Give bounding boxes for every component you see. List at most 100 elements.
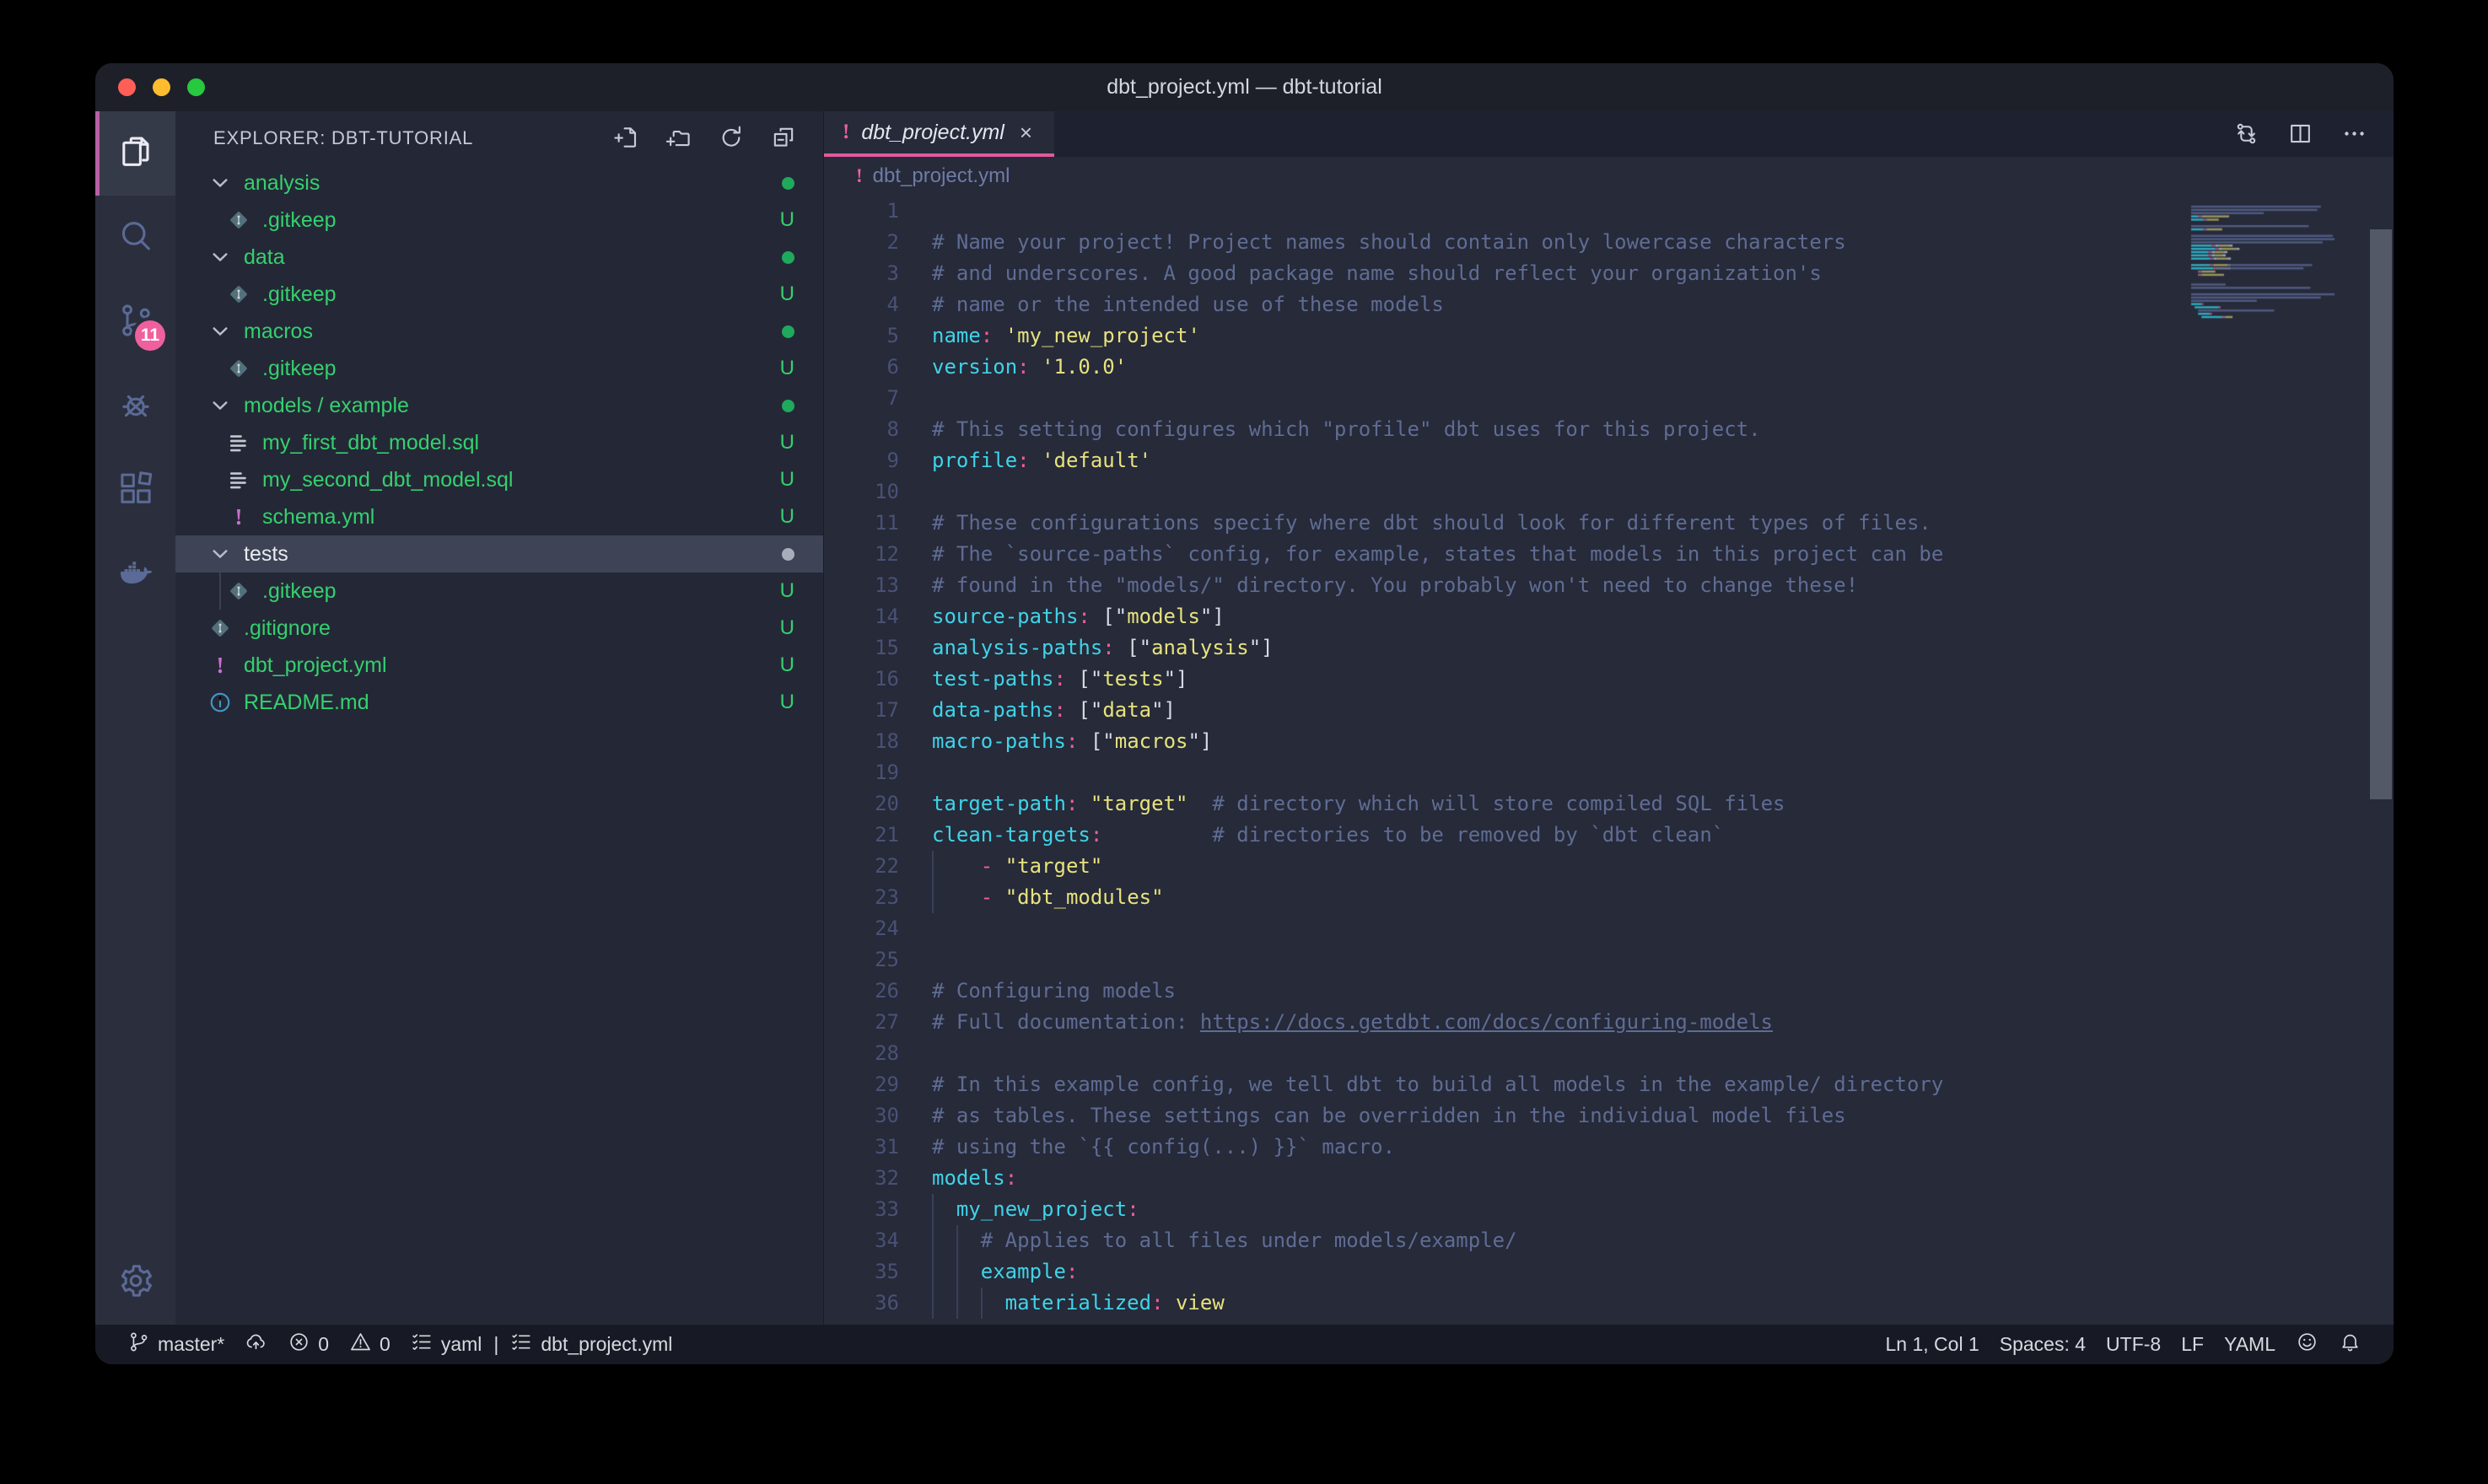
code-line[interactable]: 35example: bbox=[824, 1256, 2394, 1288]
code-line[interactable]: 18macro-paths: ["macros"] bbox=[824, 726, 2394, 757]
folder-analysis[interactable]: analysis bbox=[175, 164, 823, 202]
status-notifications[interactable] bbox=[2329, 1325, 2372, 1364]
new-file-button[interactable] bbox=[609, 121, 644, 156]
code-line[interactable]: 30# as tables. These settings can be ove… bbox=[824, 1100, 2394, 1132]
code-line[interactable]: 4# name or the intended use of these mod… bbox=[824, 289, 2394, 320]
file--gitignore[interactable]: .gitignoreU bbox=[175, 610, 823, 647]
code-line[interactable]: 34# Applies to all files under models/ex… bbox=[824, 1225, 2394, 1256]
folder-status-badge bbox=[782, 325, 794, 338]
code-line[interactable]: 15analysis-paths: ["analysis"] bbox=[824, 632, 2394, 664]
file-dbt-project-yml[interactable]: !dbt_project.ymlU bbox=[175, 647, 823, 684]
folder-macros[interactable]: macros bbox=[175, 313, 823, 350]
code-line[interactable]: 37 bbox=[824, 1319, 2394, 1325]
activity-manage[interactable] bbox=[95, 1240, 175, 1325]
code-line[interactable]: 13# found in the "models/" directory. Yo… bbox=[824, 570, 2394, 601]
folder-tests[interactable]: tests bbox=[175, 535, 823, 573]
status-indentation[interactable]: Spaces: 4 bbox=[1990, 1325, 2096, 1364]
activity-search[interactable] bbox=[95, 196, 175, 280]
new-folder-button[interactable] bbox=[661, 121, 697, 156]
code-line[interactable]: 16test-paths: ["tests"] bbox=[824, 664, 2394, 695]
activity-explorer[interactable] bbox=[95, 111, 175, 196]
code-line[interactable]: 33my_new_project: bbox=[824, 1194, 2394, 1225]
code-token: - bbox=[981, 885, 993, 909]
code-line[interactable]: 7 bbox=[824, 383, 2394, 414]
code-token: materialized bbox=[1005, 1291, 1151, 1315]
code-line[interactable]: 23- "dbt_modules" bbox=[824, 882, 2394, 913]
code-line[interactable]: 10 bbox=[824, 476, 2394, 508]
code-line[interactable]: 21clean-targets: # directories to be rem… bbox=[824, 820, 2394, 851]
code-line[interactable]: 17data-paths: ["data"] bbox=[824, 695, 2394, 726]
code-token: : bbox=[1005, 1166, 1017, 1190]
activity-extensions[interactable] bbox=[95, 449, 175, 533]
code-line[interactable]: 27# Full documentation: https://docs.get… bbox=[824, 1007, 2394, 1038]
code-line[interactable]: 11# These configurations specify where d… bbox=[824, 508, 2394, 539]
file--gitkeep[interactable]: .gitkeepU bbox=[175, 202, 823, 239]
folder-data[interactable]: data bbox=[175, 239, 823, 276]
code-line[interactable]: 25 bbox=[824, 944, 2394, 976]
code-token: # directories to be removed by `dbt clea… bbox=[1212, 823, 1724, 847]
code-line[interactable]: 12# The `source-paths` config, for examp… bbox=[824, 539, 2394, 570]
status-eol[interactable]: LF bbox=[2171, 1325, 2214, 1364]
file-my-first-dbt-model-sql[interactable]: my_first_dbt_model.sqlU bbox=[175, 424, 823, 461]
code-token: "] bbox=[1200, 605, 1225, 628]
file-my-second-dbt-model-sql[interactable]: my_second_dbt_model.sqlU bbox=[175, 461, 823, 498]
status-encoding-label: UTF-8 bbox=[2106, 1333, 2161, 1356]
file--gitkeep[interactable]: .gitkeepU bbox=[175, 350, 823, 387]
code-line[interactable]: 20target-path: "target" # directory whic… bbox=[824, 788, 2394, 820]
line-number: 7 bbox=[824, 383, 899, 414]
code-editor[interactable]: 12# Name your project! Project names sho… bbox=[824, 196, 2394, 1325]
code-line[interactable]: 22- "target" bbox=[824, 851, 2394, 882]
tab-dbt-project-yml[interactable]: ! dbt_project.yml × bbox=[824, 111, 1054, 157]
code-line[interactable]: 14source-paths: ["models"] bbox=[824, 601, 2394, 632]
code-line[interactable]: 5name: 'my_new_project' bbox=[824, 320, 2394, 352]
code-token: : bbox=[1078, 605, 1090, 628]
collapse-folders-button[interactable] bbox=[766, 121, 801, 156]
file-schema-yml[interactable]: !schema.ymlU bbox=[175, 498, 823, 535]
git-untracked-badge: U bbox=[780, 468, 794, 492]
open-changes-button[interactable] bbox=[2230, 118, 2262, 150]
code-line[interactable]: 9profile: 'default' bbox=[824, 445, 2394, 476]
code-line[interactable]: 28 bbox=[824, 1038, 2394, 1069]
status-linter-file[interactable]: dbt_project.yml bbox=[500, 1325, 682, 1364]
activity-source-control[interactable]: 11 bbox=[95, 280, 175, 364]
status-language-mode[interactable]: YAML bbox=[2214, 1325, 2286, 1364]
editor-scrollbar[interactable] bbox=[2370, 229, 2392, 799]
status-cursor-position[interactable]: Ln 1, Col 1 bbox=[1876, 1325, 1990, 1364]
code-line[interactable]: 2# Name your project! Project names shou… bbox=[824, 227, 2394, 258]
code-line[interactable]: 26# Configuring models bbox=[824, 976, 2394, 1007]
code-line[interactable]: 3# and underscores. A good package name … bbox=[824, 258, 2394, 289]
status-linter-yaml[interactable]: yaml bbox=[401, 1325, 493, 1364]
folder-models-example[interactable]: models / example bbox=[175, 387, 823, 424]
status-feedback[interactable] bbox=[2286, 1325, 2329, 1364]
activity-run-and-debug[interactable] bbox=[95, 364, 175, 449]
file-tree: analysis.gitkeepUdata.gitkeepUmacros.git… bbox=[175, 164, 823, 1325]
code-line[interactable]: 8# This setting configures which "profil… bbox=[824, 414, 2394, 445]
close-tab-icon[interactable]: × bbox=[1016, 120, 1036, 145]
activity-docker[interactable] bbox=[95, 533, 175, 617]
refresh-icon bbox=[718, 141, 745, 153]
status-encoding[interactable]: UTF-8 bbox=[2096, 1325, 2171, 1364]
file-readme-md[interactable]: README.mdU bbox=[175, 684, 823, 721]
status-errors[interactable]: 0 bbox=[277, 1325, 339, 1364]
minimap[interactable] bbox=[2189, 199, 2361, 342]
code-line[interactable]: 24 bbox=[824, 913, 2394, 944]
split-editor-button[interactable] bbox=[2284, 118, 2316, 150]
code-line[interactable]: 36materialized: view bbox=[824, 1288, 2394, 1319]
more-actions-button[interactable] bbox=[2338, 118, 2370, 150]
status-git-branch[interactable]: master* bbox=[117, 1325, 234, 1364]
breadcrumb[interactable]: ! dbt_project.yml bbox=[824, 157, 2394, 196]
line-number: 6 bbox=[824, 352, 899, 383]
file--gitkeep[interactable]: .gitkeepU bbox=[175, 276, 823, 313]
refresh-explorer-button[interactable] bbox=[714, 121, 749, 156]
status-warnings[interactable]: 0 bbox=[339, 1325, 401, 1364]
code-line[interactable]: 32models: bbox=[824, 1163, 2394, 1194]
code-line[interactable]: 19 bbox=[824, 757, 2394, 788]
code-line[interactable]: 1 bbox=[824, 196, 2394, 227]
code-line[interactable]: 31# using the `{{ config(...) }}` macro. bbox=[824, 1132, 2394, 1163]
code-line[interactable]: 6version: '1.0.0' bbox=[824, 352, 2394, 383]
editor-actions bbox=[2230, 111, 2394, 157]
status-publish[interactable] bbox=[234, 1325, 277, 1364]
code-token: "dbt_modules" bbox=[1005, 885, 1164, 909]
file--gitkeep[interactable]: .gitkeepU bbox=[175, 573, 823, 610]
code-line[interactable]: 29# In this example config, we tell dbt … bbox=[824, 1069, 2394, 1100]
